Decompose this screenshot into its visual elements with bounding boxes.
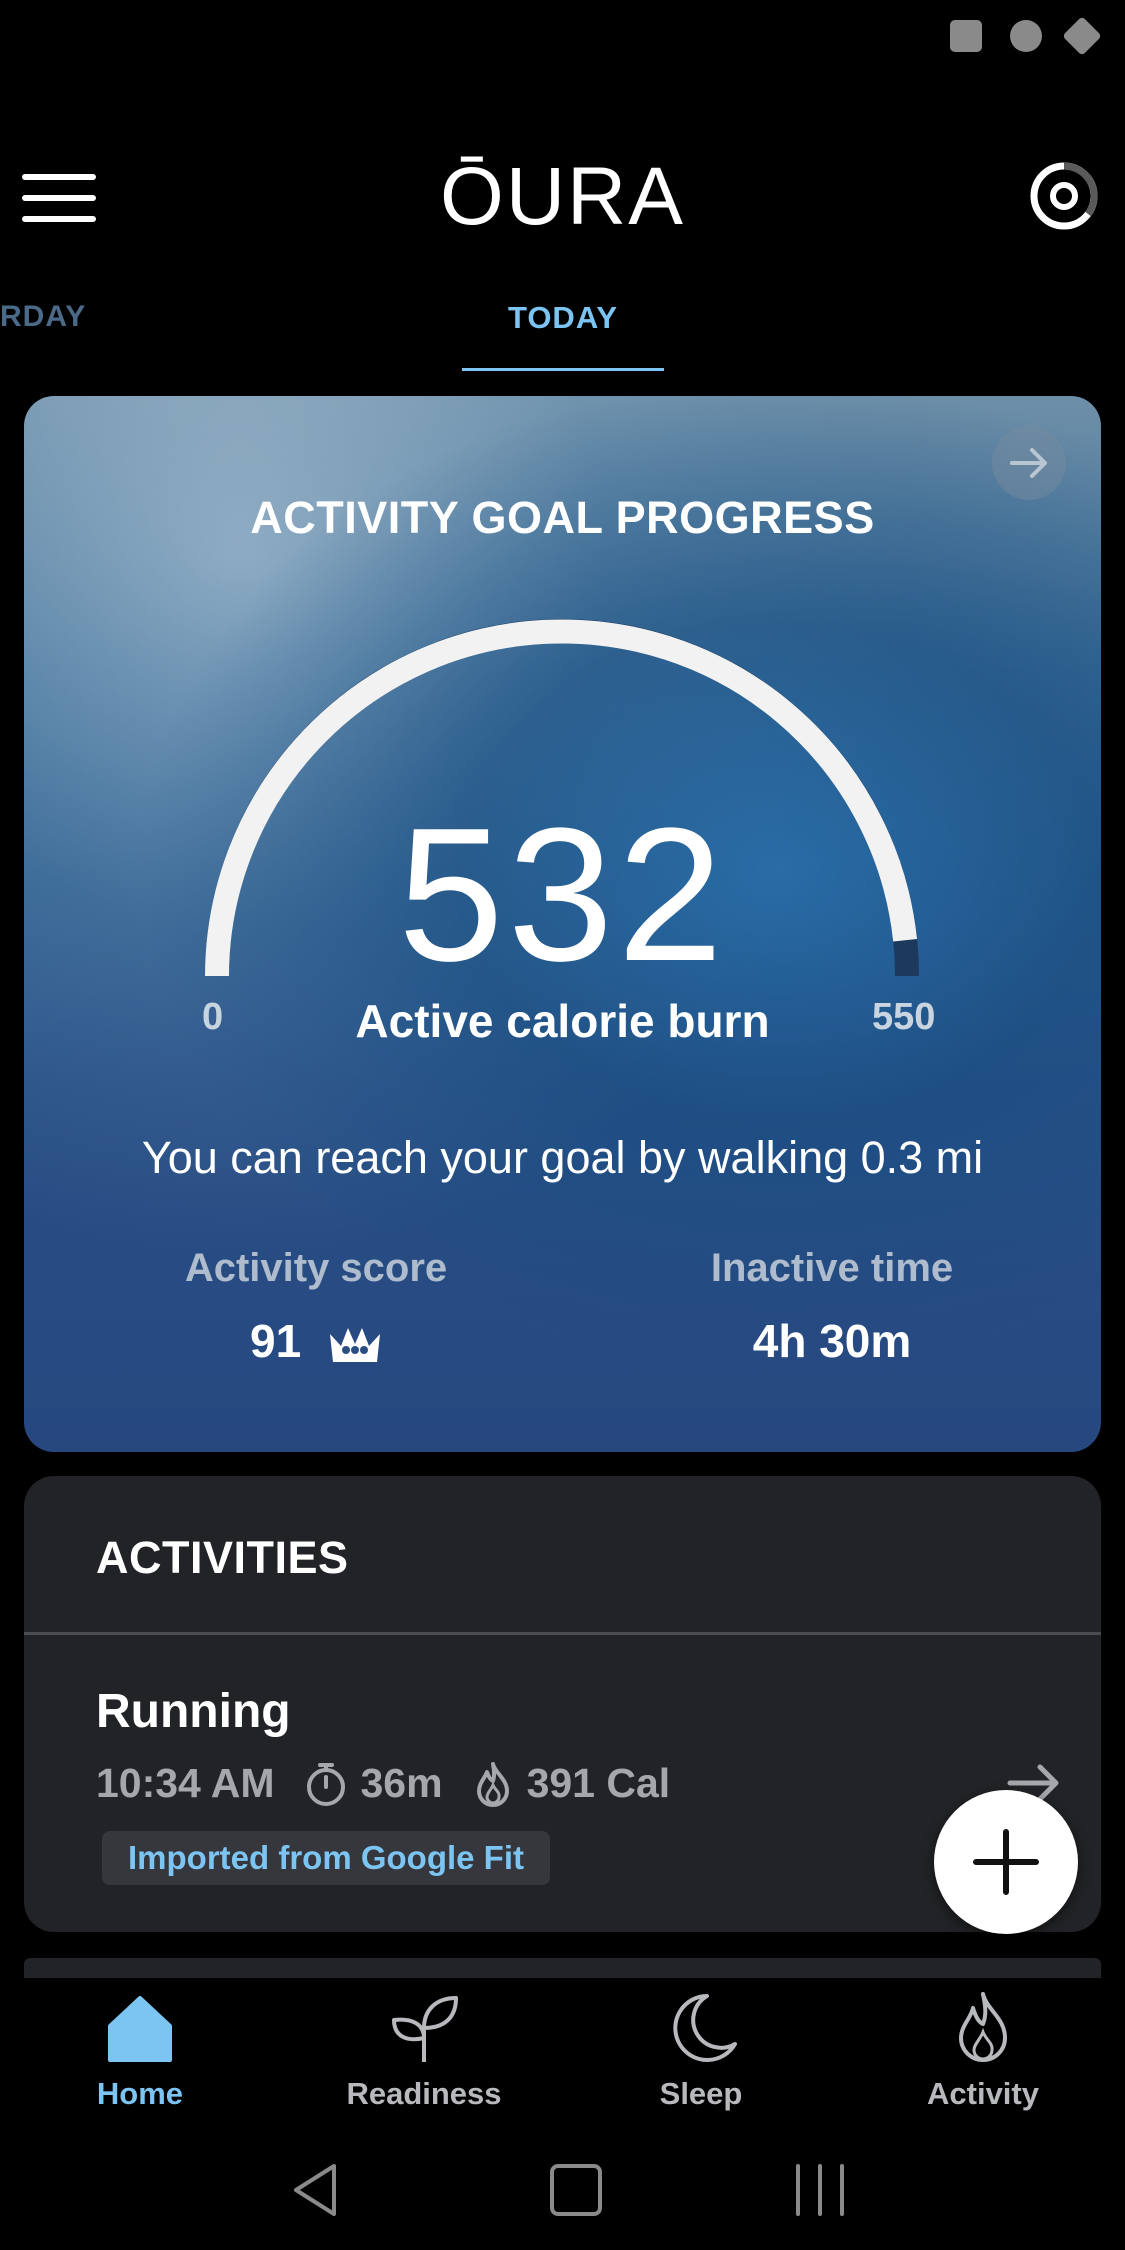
add-activity-button[interactable]	[934, 1790, 1078, 1934]
stopwatch-icon	[306, 1762, 345, 1806]
activity-time: 10:34 AM	[96, 1760, 275, 1806]
activity-score-value: 91	[250, 1315, 302, 1367]
recents-icon	[796, 2164, 844, 2216]
home-icon	[108, 1996, 172, 2062]
oura-logo: ŌURA	[440, 151, 685, 242]
activities-title: ACTIVITIES	[96, 1532, 349, 1583]
activity-score-label: Activity score	[184, 1246, 448, 1290]
back-icon	[294, 2164, 336, 2216]
activity-name[interactable]: Running	[96, 1684, 291, 1739]
nav-activity[interactable]: Activity	[883, 1988, 1083, 2112]
back-button[interactable]	[288, 2160, 342, 2225]
goal-message: You can reach your goal by walking 0.3 m…	[141, 1132, 984, 1183]
moon-icon	[673, 1994, 737, 2062]
flame-icon	[476, 1761, 509, 1807]
tab-today[interactable]: TODAY	[462, 300, 664, 336]
plus-icon	[973, 1829, 1039, 1895]
tab-indicator	[462, 368, 664, 371]
nav-home-label: Home	[96, 2076, 184, 2111]
next-card-peek	[24, 1958, 1101, 1978]
nav-readiness-label: Readiness	[346, 2076, 502, 2111]
home-system-button[interactable]	[548, 2160, 604, 2225]
activity-calories: 391 Cal	[526, 1760, 671, 1806]
status-circle-icon	[1010, 20, 1042, 52]
import-source-badge: Imported from Google Fit	[102, 1831, 550, 1885]
crown-icon	[329, 1327, 380, 1362]
system-nav-bar	[0, 2140, 1125, 2250]
divider	[24, 1632, 1101, 1635]
calorie-value: 532	[397, 789, 727, 1001]
nav-sleep-label: Sleep	[659, 2076, 743, 2111]
recents-button[interactable]	[790, 2160, 850, 2225]
status-diamond-icon	[1062, 16, 1102, 56]
gauge-metric-label: Active calorie burn	[355, 995, 770, 1047]
nav-sleep[interactable]: Sleep	[601, 1988, 801, 2112]
activity-score-value-wrap: 91	[116, 1314, 516, 1368]
status-square-icon	[950, 20, 982, 52]
nav-activity-label: Activity	[927, 2076, 1039, 2111]
inactive-time-value: 4h 30m	[752, 1315, 912, 1367]
inactive-time-label: Inactive time	[710, 1246, 954, 1290]
bottom-nav: Home Readiness Sleep Activity	[0, 1978, 1125, 2128]
square-icon	[550, 2164, 602, 2216]
gauge-max-label: 550	[872, 996, 936, 1038]
activity-meta: 10:34 AM 36m 391 Cal	[96, 1760, 670, 1807]
sprout-icon	[392, 1996, 458, 2062]
activity-duration: 36m	[360, 1760, 443, 1806]
tab-yesterday[interactable]: RDAY	[0, 300, 86, 334]
ring-icon	[1030, 162, 1098, 230]
ring-status-button[interactable]	[1028, 160, 1100, 232]
flame-icon	[959, 1992, 1007, 2062]
nav-readiness[interactable]: Readiness	[324, 1988, 524, 2112]
status-bar	[0, 0, 1125, 70]
activity-goal-card[interactable]: ACTIVITY GOAL PROGRESS 532 0 Active calo…	[24, 396, 1101, 1452]
nav-home[interactable]: Home	[40, 1988, 240, 2112]
